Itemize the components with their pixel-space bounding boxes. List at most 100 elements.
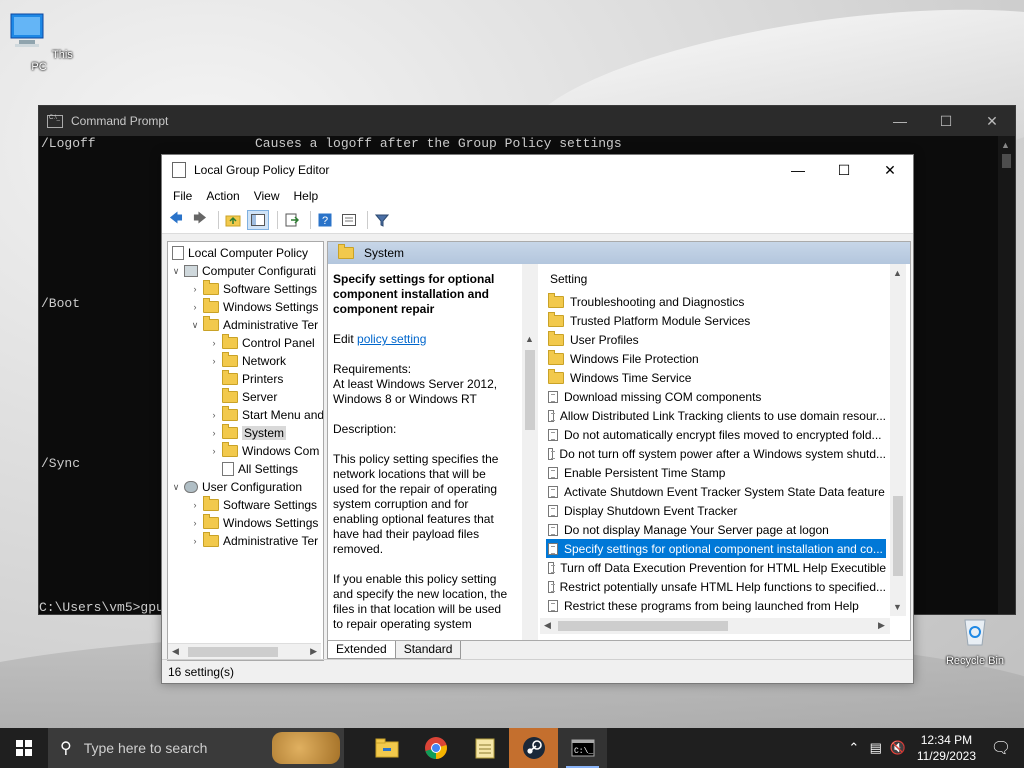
list-item-folder[interactable]: Troubleshooting and Diagnostics bbox=[546, 292, 886, 311]
scroll-thumb[interactable] bbox=[525, 350, 535, 430]
back-arrow-icon[interactable]: 🡄 bbox=[166, 210, 186, 229]
network-icon[interactable]: ▤ bbox=[865, 740, 887, 756]
tree-item-start-menu[interactable]: › Start Menu and bbox=[208, 406, 323, 424]
list-item-folder[interactable]: Trusted Platform Module Services bbox=[546, 311, 886, 330]
list-item-policy[interactable]: Specify settings for optional component … bbox=[546, 539, 886, 558]
list-item-policy[interactable]: Activate Shutdown Event Tracker System S… bbox=[546, 482, 886, 501]
description-scrollbar[interactable]: ▲ bbox=[522, 264, 538, 640]
desktop-icon-recycle-bin[interactable]: Recycle Bin bbox=[940, 612, 1010, 667]
properties-icon[interactable] bbox=[339, 211, 359, 229]
group-policy-editor-window[interactable]: Local Group Policy Editor — ☐ ✕ File Act… bbox=[161, 154, 914, 684]
help-icon[interactable]: ? bbox=[315, 211, 335, 229]
taskbar-steam[interactable] bbox=[509, 728, 558, 768]
list-item-policy[interactable]: Download missing COM components bbox=[546, 387, 886, 406]
tree-item-administrative-templates[interactable]: ∨ Administrative Ter bbox=[189, 316, 318, 334]
list-item-policy[interactable]: Do not automatically encrypt files moved… bbox=[546, 425, 886, 444]
tab-standard[interactable]: Standard bbox=[394, 641, 462, 659]
scroll-thumb[interactable] bbox=[1002, 154, 1011, 168]
scroll-right-icon[interactable]: ▶ bbox=[310, 646, 317, 657]
scroll-left-icon[interactable]: ◀ bbox=[172, 646, 179, 657]
list-vertical-scrollbar[interactable]: ▲ ▼ bbox=[890, 264, 906, 616]
menu-action[interactable]: Action bbox=[199, 189, 246, 203]
taskbar-notepad[interactable] bbox=[460, 728, 509, 768]
list-item-folder[interactable]: User Profiles bbox=[546, 330, 886, 349]
tree-item-user-configuration[interactable]: ∨ User Configuration bbox=[170, 478, 302, 496]
desktop-icon-this-pc[interactable]: This PC bbox=[4, 10, 74, 73]
tree-item-software-settings[interactable]: › Software Settings bbox=[189, 280, 317, 298]
scroll-right-icon[interactable]: ▶ bbox=[878, 620, 885, 631]
edit-policy-link[interactable]: policy setting bbox=[357, 332, 426, 346]
clock[interactable]: 12:34 PM 11/29/2023 bbox=[917, 732, 976, 764]
tree-item-control-panel[interactable]: › Control Panel bbox=[208, 334, 315, 352]
tree-item-computer-configuration[interactable]: ∨ Computer Configurati bbox=[170, 262, 316, 280]
menu-file[interactable]: File bbox=[166, 189, 199, 203]
menu-help[interactable]: Help bbox=[287, 189, 326, 203]
tree-item-all-settings[interactable]: All Settings bbox=[208, 460, 298, 478]
minimize-button[interactable]: — bbox=[775, 155, 821, 185]
tree-item-local-computer-policy[interactable]: Local Computer Policy bbox=[170, 244, 308, 262]
scroll-up-icon[interactable]: ▲ bbox=[525, 334, 534, 344]
taskbar-command-prompt[interactable]: C:\_ bbox=[558, 728, 607, 768]
tree-item-printers[interactable]: Printers bbox=[208, 370, 283, 388]
cmd-title-bar[interactable]: Command Prompt bbox=[39, 106, 1015, 136]
up-folder-icon[interactable] bbox=[223, 211, 243, 229]
list-item-policy[interactable]: Restrict these programs from being launc… bbox=[546, 596, 886, 615]
taskbar-chrome[interactable] bbox=[411, 728, 460, 768]
list-horizontal-scrollbar[interactable]: ◀ ▶ bbox=[540, 618, 890, 634]
forward-arrow-icon[interactable]: 🡆 bbox=[190, 210, 210, 229]
scroll-up-icon[interactable]: ▲ bbox=[893, 268, 902, 278]
tree-horizontal-scrollbar[interactable]: ◀ ▶ bbox=[168, 643, 321, 660]
filter-icon[interactable] bbox=[372, 211, 392, 229]
chevron-right-icon[interactable]: › bbox=[208, 356, 220, 366]
list-item-policy[interactable]: Do not display Manage Your Server page a… bbox=[546, 520, 886, 539]
scroll-thumb[interactable] bbox=[558, 621, 728, 631]
chevron-right-icon[interactable]: › bbox=[208, 428, 220, 438]
menu-view[interactable]: View bbox=[247, 189, 287, 203]
list-item-policy[interactable]: Allow Distributed Link Tracking clients … bbox=[546, 406, 886, 425]
chevron-right-icon[interactable]: › bbox=[189, 500, 201, 510]
list-item-folder[interactable]: Windows File Protection bbox=[546, 349, 886, 368]
list-item-policy[interactable]: Do not turn off system power after a Win… bbox=[546, 444, 886, 463]
chevron-right-icon[interactable]: › bbox=[208, 338, 220, 348]
scroll-down-icon[interactable]: ▼ bbox=[893, 602, 902, 612]
chevron-right-icon[interactable]: › bbox=[189, 536, 201, 546]
chevron-right-icon[interactable]: › bbox=[208, 446, 220, 456]
settings-list[interactable]: Setting Troubleshooting and Diagnostics T… bbox=[540, 264, 910, 640]
tree-item-user-administrative-templates[interactable]: › Administrative Ter bbox=[189, 532, 318, 550]
scroll-thumb[interactable] bbox=[188, 647, 278, 657]
taskbar-search-box[interactable]: ⚲ Type here to search bbox=[48, 728, 344, 768]
close-button[interactable]: ✕ bbox=[867, 155, 913, 185]
list-item-folder[interactable]: Windows Time Service bbox=[546, 368, 886, 387]
tree-item-server[interactable]: Server bbox=[208, 388, 277, 406]
scroll-thumb[interactable] bbox=[893, 496, 903, 576]
list-item-policy[interactable]: Display Shutdown Event Tracker bbox=[546, 501, 886, 520]
chevron-right-icon[interactable]: › bbox=[189, 518, 201, 528]
scroll-up-icon[interactable]: ▲ bbox=[1001, 140, 1010, 150]
start-button[interactable] bbox=[0, 728, 48, 768]
minimize-button[interactable]: — bbox=[877, 106, 923, 136]
maximize-button[interactable]: ☐ bbox=[821, 155, 867, 185]
chevron-down-icon[interactable]: ∨ bbox=[189, 320, 201, 331]
show-hide-tree-icon[interactable] bbox=[247, 210, 269, 230]
chevron-right-icon[interactable]: › bbox=[189, 302, 201, 312]
chevron-up-icon[interactable]: ⌃ bbox=[843, 740, 865, 756]
close-button[interactable]: ✕ bbox=[969, 106, 1015, 136]
tree-item-user-software-settings[interactable]: › Software Settings bbox=[189, 496, 317, 514]
tree-item-windows-settings[interactable]: › Windows Settings bbox=[189, 298, 318, 316]
export-list-icon[interactable] bbox=[282, 211, 302, 229]
tab-extended[interactable]: Extended bbox=[327, 641, 396, 659]
notifications-icon[interactable]: 🗨 bbox=[990, 738, 1012, 758]
tree-item-system[interactable]: › System bbox=[208, 424, 287, 442]
taskbar-file-explorer[interactable] bbox=[362, 728, 411, 768]
chevron-right-icon[interactable]: › bbox=[189, 284, 201, 294]
column-header-setting[interactable]: Setting bbox=[550, 272, 587, 286]
tree-item-user-windows-settings[interactable]: › Windows Settings bbox=[189, 514, 318, 532]
chevron-down-icon[interactable]: ∨ bbox=[170, 266, 182, 277]
volume-muted-icon[interactable]: 🔇 bbox=[887, 740, 909, 756]
chevron-down-icon[interactable]: ∨ bbox=[170, 482, 182, 493]
list-item-policy[interactable]: Restrict potentially unsafe HTML Help fu… bbox=[546, 577, 886, 596]
tree-item-network[interactable]: › Network bbox=[208, 352, 286, 370]
maximize-button[interactable]: ☐ bbox=[923, 106, 969, 136]
list-item-policy[interactable]: Enable Persistent Time Stamp bbox=[546, 463, 886, 482]
chevron-right-icon[interactable]: › bbox=[208, 410, 220, 420]
